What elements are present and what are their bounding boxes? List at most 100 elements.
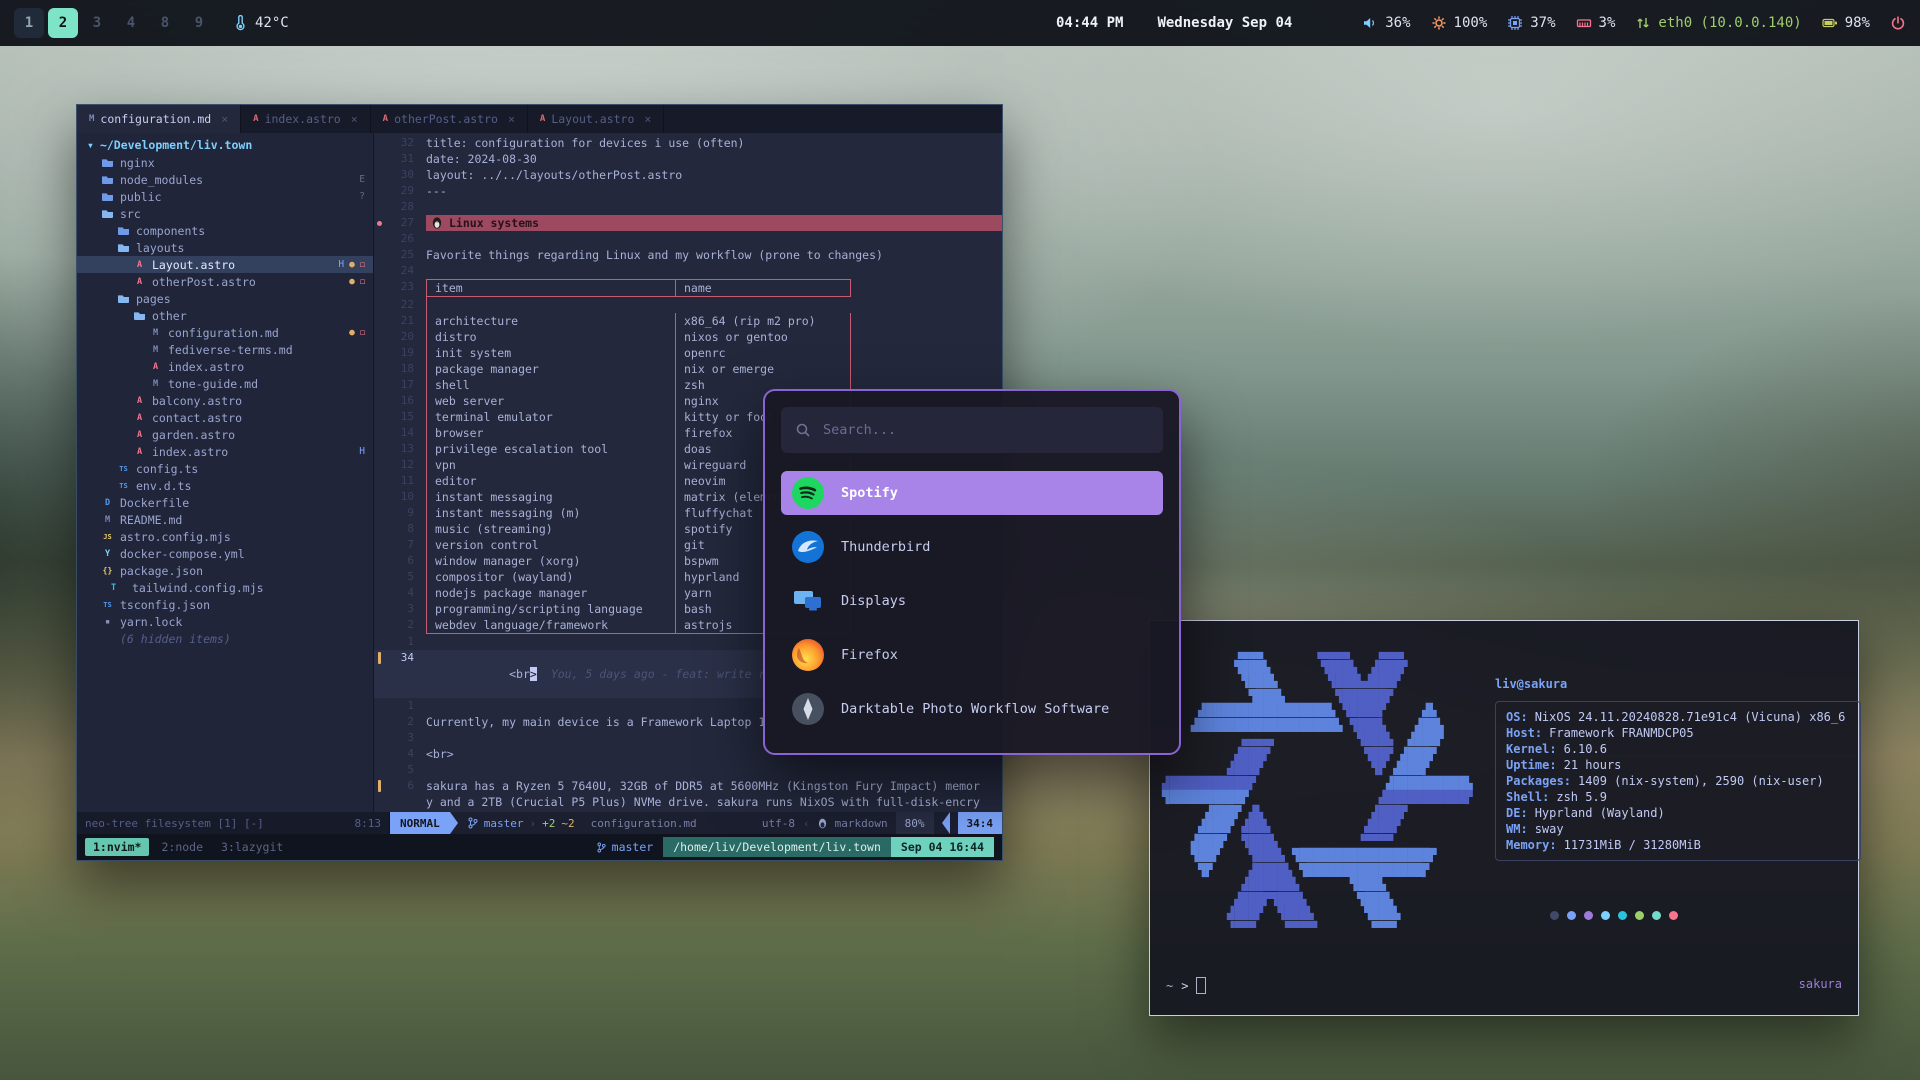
editor-tab[interactable]: configuration.md ×: [77, 105, 241, 133]
launcher-search[interactable]: [781, 407, 1163, 453]
info-value: 6.10.6: [1564, 741, 1607, 757]
workspace-button[interactable]: 8: [150, 8, 180, 38]
editor-tab[interactable]: otherPost.astro ×: [371, 105, 528, 133]
heading-line: 27 Linux systems: [374, 215, 1002, 231]
tree-item[interactable]: src: [77, 205, 373, 222]
search-input[interactable]: [821, 421, 1149, 439]
table-header-row: 23 item name: [374, 279, 1002, 297]
editor-tab[interactable]: index.astro ×: [241, 105, 371, 133]
memory-icon: [1576, 15, 1592, 31]
tree-item[interactable]: contact.astro: [77, 409, 373, 426]
tree-item[interactable]: garden.astro: [77, 426, 373, 443]
file-icon: [117, 465, 130, 473]
workspace-button[interactable]: 1: [14, 8, 44, 38]
tree-item-label: Dockerfile: [120, 496, 189, 510]
table-cell-name: openrc: [675, 345, 851, 361]
tree-item[interactable]: docker-compose.yml: [77, 545, 373, 562]
workspace-button[interactable]: 3: [82, 8, 112, 38]
launcher-item-displays[interactable]: Displays: [781, 579, 1163, 623]
tmux-window-tab[interactable]: 3:lazygit: [215, 838, 289, 856]
tree-item[interactable]: pages: [77, 290, 373, 307]
tree-item[interactable]: README.md: [77, 511, 373, 528]
tmux-cwd: /home/liv/Development/liv.town: [663, 837, 891, 857]
table-cell-item: distro: [426, 329, 675, 345]
tab-close-icon[interactable]: ×: [221, 112, 228, 126]
tree-item[interactable]: (6 hidden items): [77, 630, 373, 647]
palette-dot: [1652, 911, 1661, 920]
tree-item-label: config.ts: [136, 462, 198, 476]
brightness-module[interactable]: 100%: [1431, 15, 1488, 31]
thermometer-icon: [232, 15, 248, 31]
tree-item[interactable]: node_modules E: [77, 171, 373, 188]
workspace-button[interactable]: 9: [184, 8, 214, 38]
tree-item[interactable]: fediverse-terms.md: [77, 341, 373, 358]
volume-module[interactable]: 36%: [1362, 15, 1410, 31]
power-button[interactable]: [1890, 15, 1906, 31]
buffer-line: 29 ---: [374, 183, 1002, 199]
info-label: DE: [1506, 805, 1528, 821]
tree-item[interactable]: otherPost.astro ● ◻: [77, 273, 373, 290]
tree-item[interactable]: tone-guide.md: [77, 375, 373, 392]
tree-item[interactable]: config.ts: [77, 460, 373, 477]
editor-tab[interactable]: Layout.astro ×: [528, 105, 664, 133]
buffer-line: 30 layout: ../../layouts/otherPost.astro: [374, 167, 1002, 183]
tree-root[interactable]: ▾ ~/Development/liv.town: [77, 136, 373, 154]
launcher-item-thunderbird[interactable]: Thunderbird: [781, 525, 1163, 569]
clock[interactable]: 04:44 PM Wednesday Sep 04: [1056, 0, 1292, 46]
battery-module[interactable]: 98%: [1822, 15, 1870, 31]
tab-close-icon[interactable]: ×: [644, 112, 651, 126]
table-cell-item: vpn: [426, 457, 675, 473]
shell-prompt[interactable]: ~ >: [1166, 977, 1206, 994]
tree-item[interactable]: env.d.ts: [77, 477, 373, 494]
tree-item[interactable]: yarn.lock: [77, 613, 373, 630]
tree-item[interactable]: public ?: [77, 188, 373, 205]
info-line: OS NixOS 24.11.20240828.71e91c4 (Vicuna)…: [1506, 709, 1850, 725]
tree-item[interactable]: astro.config.mjs: [77, 528, 373, 545]
tree-item[interactable]: configuration.md ● ◻: [77, 324, 373, 341]
tree-item[interactable]: index.astro H: [77, 443, 373, 460]
info-label: Shell: [1506, 789, 1549, 805]
tree-item-label: yarn.lock: [120, 615, 182, 629]
tree-items: nginx node_modules E: [77, 154, 373, 647]
tree-item-label: balcony.astro: [152, 394, 242, 408]
file-icon: [133, 311, 146, 320]
workspace-button[interactable]: 4: [116, 8, 146, 38]
fastfetch-terminal[interactable]: ▗▄▄▄ ▗▄▄▄▄ ▄▄▄▖ ▜███▙ ▜███▙ ▟███▛ ▜███▙ …: [1149, 620, 1859, 1016]
filetype-icon: [253, 114, 258, 124]
table-cell-name: nixos or gentoo: [675, 329, 851, 345]
tab-close-icon[interactable]: ×: [508, 112, 515, 126]
tree-item[interactable]: index.astro: [77, 358, 373, 375]
buffer-line: 24: [374, 263, 1002, 279]
launcher-item-darktable[interactable]: Darktable Photo Workflow Software: [781, 687, 1163, 731]
network-module[interactable]: eth0 (10.0.0.140): [1635, 15, 1801, 31]
tree-item[interactable]: components: [77, 222, 373, 239]
launcher-item-firefox[interactable]: Firefox: [781, 633, 1163, 677]
tab-label: Layout.astro: [551, 112, 634, 126]
file-icon: [101, 617, 114, 627]
launcher-item-spotify[interactable]: Spotify: [781, 471, 1163, 515]
workspace-button[interactable]: 2: [48, 8, 78, 38]
tree-item[interactable]: Layout.astro H ● ◻: [77, 256, 373, 273]
tree-item-label: astro.config.mjs: [120, 530, 231, 544]
tree-item[interactable]: other: [77, 307, 373, 324]
filetype-icon: [383, 114, 388, 124]
statusline: neo-tree filesystem [1] [-] 8:13 NORMAL …: [77, 812, 1002, 834]
tree-item[interactable]: layouts: [77, 239, 373, 256]
gitsign-bar: [378, 780, 381, 792]
tree-item[interactable]: package.json: [77, 562, 373, 579]
memory-module[interactable]: 3%: [1576, 15, 1616, 31]
table-cell-item: music (streaming): [426, 521, 675, 537]
tab-close-icon[interactable]: ×: [351, 112, 358, 126]
tree-item[interactable]: tailwind.config.mjs: [77, 579, 373, 596]
temperature-module[interactable]: 42°C: [232, 15, 289, 31]
tmux-window-tab[interactable]: 1:nvim*: [85, 838, 149, 856]
tree-item[interactable]: tsconfig.json: [77, 596, 373, 613]
cpu-module[interactable]: 37%: [1507, 15, 1555, 31]
tree-item-label: node_modules: [120, 173, 203, 187]
tree-item[interactable]: nginx: [77, 154, 373, 171]
tmux-window-tab[interactable]: 2:node: [155, 838, 209, 856]
tree-item-label: Layout.astro: [152, 258, 235, 272]
tree-item[interactable]: balcony.astro: [77, 392, 373, 409]
tree-item[interactable]: Dockerfile: [77, 494, 373, 511]
info-line: Kernel 6.10.6: [1506, 741, 1850, 757]
